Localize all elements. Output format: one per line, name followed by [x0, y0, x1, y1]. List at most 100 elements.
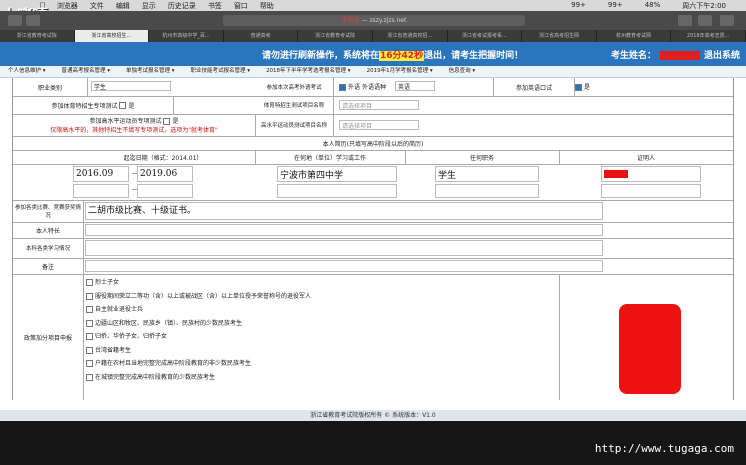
resume-title-row: 本人简历(只填写高中阶段以后的简历)	[13, 136, 733, 151]
nav-query[interactable]: 信息查询 ▾	[441, 66, 484, 77]
menu-bookmarks[interactable]: 书签	[208, 1, 222, 11]
menu-window[interactable]: 窗口	[234, 1, 248, 11]
specialty-textarea[interactable]	[85, 224, 603, 236]
foreign-lang-checkbox[interactable]	[339, 84, 346, 91]
bonus-checkbox-2[interactable]	[86, 292, 93, 300]
resume-row2-from[interactable]	[73, 184, 129, 198]
menu-file[interactable]: 文件	[90, 1, 104, 11]
tab-9[interactable]: 杭州教育考试网	[597, 30, 672, 42]
nav-vocational[interactable]: 职业技能考试报名管理 ▾	[183, 66, 259, 77]
bonus-option-3[interactable]: 自主就业退役士兵	[86, 303, 311, 317]
user-info: 考生姓名： 退出系统	[611, 48, 740, 61]
bonus-checkbox-1[interactable]	[86, 279, 93, 286]
resume-row1-role[interactable]: 学生	[435, 166, 539, 182]
tab-10[interactable]: 2018年高考志愿...	[671, 30, 746, 42]
new-tab-button[interactable]	[698, 15, 712, 26]
bonus-checkbox-6[interactable]	[86, 346, 93, 354]
timeout-suffix: 退出，请考生把握时间！	[424, 50, 524, 61]
bonus-option-6[interactable]: 台湾省籍考生	[86, 344, 311, 358]
main-nav: 个人信息维护 ▾ 普通高考报名管理 ▾ 单独考试报名管理 ▾ 职业技能考试报名管…	[0, 66, 746, 78]
remarks-textarea[interactable]	[85, 260, 603, 272]
menu-app[interactable]: 浏览器	[57, 1, 78, 11]
sports-value: 是	[128, 102, 135, 110]
bonus-checkbox-5[interactable]	[86, 333, 93, 340]
menu-view[interactable]: 显示	[142, 1, 156, 11]
menu-history[interactable]: 历史记录	[168, 1, 196, 11]
tab-3[interactable]: 杭州市高级中学_百...	[149, 30, 224, 42]
oral-checkbox[interactable]	[575, 84, 582, 91]
resume-row1-from[interactable]: 2016.09	[73, 166, 129, 182]
bonus-option-1[interactable]: 烈士子女	[86, 276, 311, 290]
occupation-select[interactable]: 学生	[91, 81, 171, 91]
resume-row2-place[interactable]	[277, 184, 397, 198]
bonus-option-6-text: 台湾省籍考生	[95, 346, 132, 354]
bonus-option-3-text: 自主就业退役士兵	[95, 306, 144, 313]
oral-label: 参加英语口试	[493, 78, 575, 96]
menubar:  浏览器 文件 编辑 显示 历史记录 书签 窗口 帮助 99+ 99+ 48%…	[0, 0, 746, 11]
row-discipline: 本科各类学习情况	[13, 238, 733, 259]
nav-gaokao[interactable]: 普通高考报名管理 ▾	[54, 66, 119, 77]
bonus-checkbox-4[interactable]	[86, 319, 93, 327]
resume-header-place: 在何地（单位）学习或工作	[255, 150, 406, 164]
bonus-option-8[interactable]: 在城镇完整完成高中阶段教育的少数民族考生	[86, 371, 311, 385]
menu-help[interactable]: 帮助	[260, 1, 274, 11]
foreign-lang-check[interactable]: 外语 外语语种	[339, 82, 386, 91]
bonus-option-5[interactable]: 归侨、华侨子女、归侨子女	[86, 330, 311, 344]
timeout-warning: 请勿进行刷新操作，系统将在16分42秒退出，请考生把握时间！	[262, 48, 523, 61]
resume-row1-witness[interactable]	[601, 166, 701, 182]
bonus-option-2[interactable]: 服役期间荣立二等功（含）以上或被战区（含）以上单位授予荣誉称号的退役军人	[86, 290, 311, 304]
back-button[interactable]	[8, 15, 22, 26]
bonus-checkbox-7[interactable]	[86, 360, 93, 367]
tab-overview-button[interactable]	[720, 15, 734, 26]
clock[interactable]: 周六下午2:00	[682, 1, 726, 11]
art-note: 仅限高水平的，其他特招生不填写专项测试，选项为"就考体育"	[50, 127, 218, 134]
redacted-photo	[619, 304, 681, 394]
lang-subject-label: 外语语种	[361, 84, 386, 91]
resume-row1-place[interactable]: 宁波市第四中学	[277, 166, 397, 182]
sports-label-text: 参加体育特招生专项测试	[51, 102, 118, 110]
resume-row2-to[interactable]	[137, 184, 193, 198]
logout-button[interactable]: 退出系统	[704, 51, 740, 61]
nav-xuekao-2018[interactable]: 2018年下半年学考选考报名管理 ▾	[258, 66, 359, 77]
bonus-option-4[interactable]: 边疆山区和牧区、民族乡（镇）、民族村的少数民族考生	[86, 317, 311, 331]
art-label: 参加高水平运动员专项测试 是	[89, 116, 179, 125]
photo-divider	[559, 274, 560, 400]
sports-item-label: 体育特招生测试项目名称	[255, 96, 334, 114]
wechat-status[interactable]: 99+	[571, 1, 586, 11]
resume-row2-witness[interactable]	[601, 184, 701, 198]
share-button[interactable]	[678, 15, 692, 26]
battery-status[interactable]: 48%	[645, 1, 661, 11]
qq-status[interactable]: 99+	[608, 1, 623, 11]
nav-personal-info[interactable]: 个人信息维护 ▾	[0, 66, 54, 77]
discipline-textarea[interactable]	[85, 240, 603, 256]
sports-item-select[interactable]: 请选择项目	[339, 100, 419, 110]
tab-8[interactable]: 浙江省高考招生网	[522, 30, 597, 42]
row-sports: 参加体育特招生专项测试 是 体育特招生测试项目名称 请选择项目	[13, 96, 733, 115]
tab-5[interactable]: 浙江省教育考试院	[298, 30, 373, 42]
menu-edit[interactable]: 编辑	[116, 1, 130, 11]
tab-1[interactable]: 浙江省教育考试院	[0, 30, 75, 42]
tab-6[interactable]: 浙江省普通高校招...	[373, 30, 448, 42]
occupation-label: 职业类别	[13, 78, 88, 96]
address-bar[interactable]: 不安全 — zszy.zjzs.net	[223, 15, 525, 26]
resume-row2-role[interactable]	[435, 184, 539, 198]
art-label-text: 参加高水平运动员专项测试	[89, 118, 162, 125]
forward-button[interactable]	[26, 15, 40, 26]
bonus-checkbox-3[interactable]	[86, 306, 93, 313]
bonus-option-7[interactable]: 户籍在农村且当地完整完成高中阶段教育的非少数民族考生	[86, 357, 311, 371]
tab-4[interactable]: 普通高考	[224, 30, 299, 42]
bonus-checkbox-8[interactable]	[86, 373, 93, 381]
row-specialty: 本人特长	[13, 222, 733, 239]
tab-2[interactable]: 浙江省高校招生...	[74, 30, 150, 42]
sports-checkbox[interactable]	[119, 101, 127, 109]
nav-xuekao-2019[interactable]: 2019年1月学考报名管理 ▾	[359, 66, 441, 77]
awards-textarea[interactable]: 二胡市级比赛、十级证书。	[85, 202, 603, 220]
oral-check[interactable]: 是	[575, 82, 590, 91]
art-checkbox[interactable]	[163, 118, 171, 125]
tab-7[interactable]: 浙江省考试报考系...	[448, 30, 523, 42]
art-value: 是	[172, 118, 179, 125]
lang-subject-select[interactable]: 英语	[395, 81, 435, 91]
art-item-select[interactable]: 请选择项目	[339, 120, 419, 130]
nav-single-exam[interactable]: 单独考试报名管理 ▾	[118, 66, 183, 77]
resume-row1-to[interactable]: 2019.06	[137, 166, 193, 182]
